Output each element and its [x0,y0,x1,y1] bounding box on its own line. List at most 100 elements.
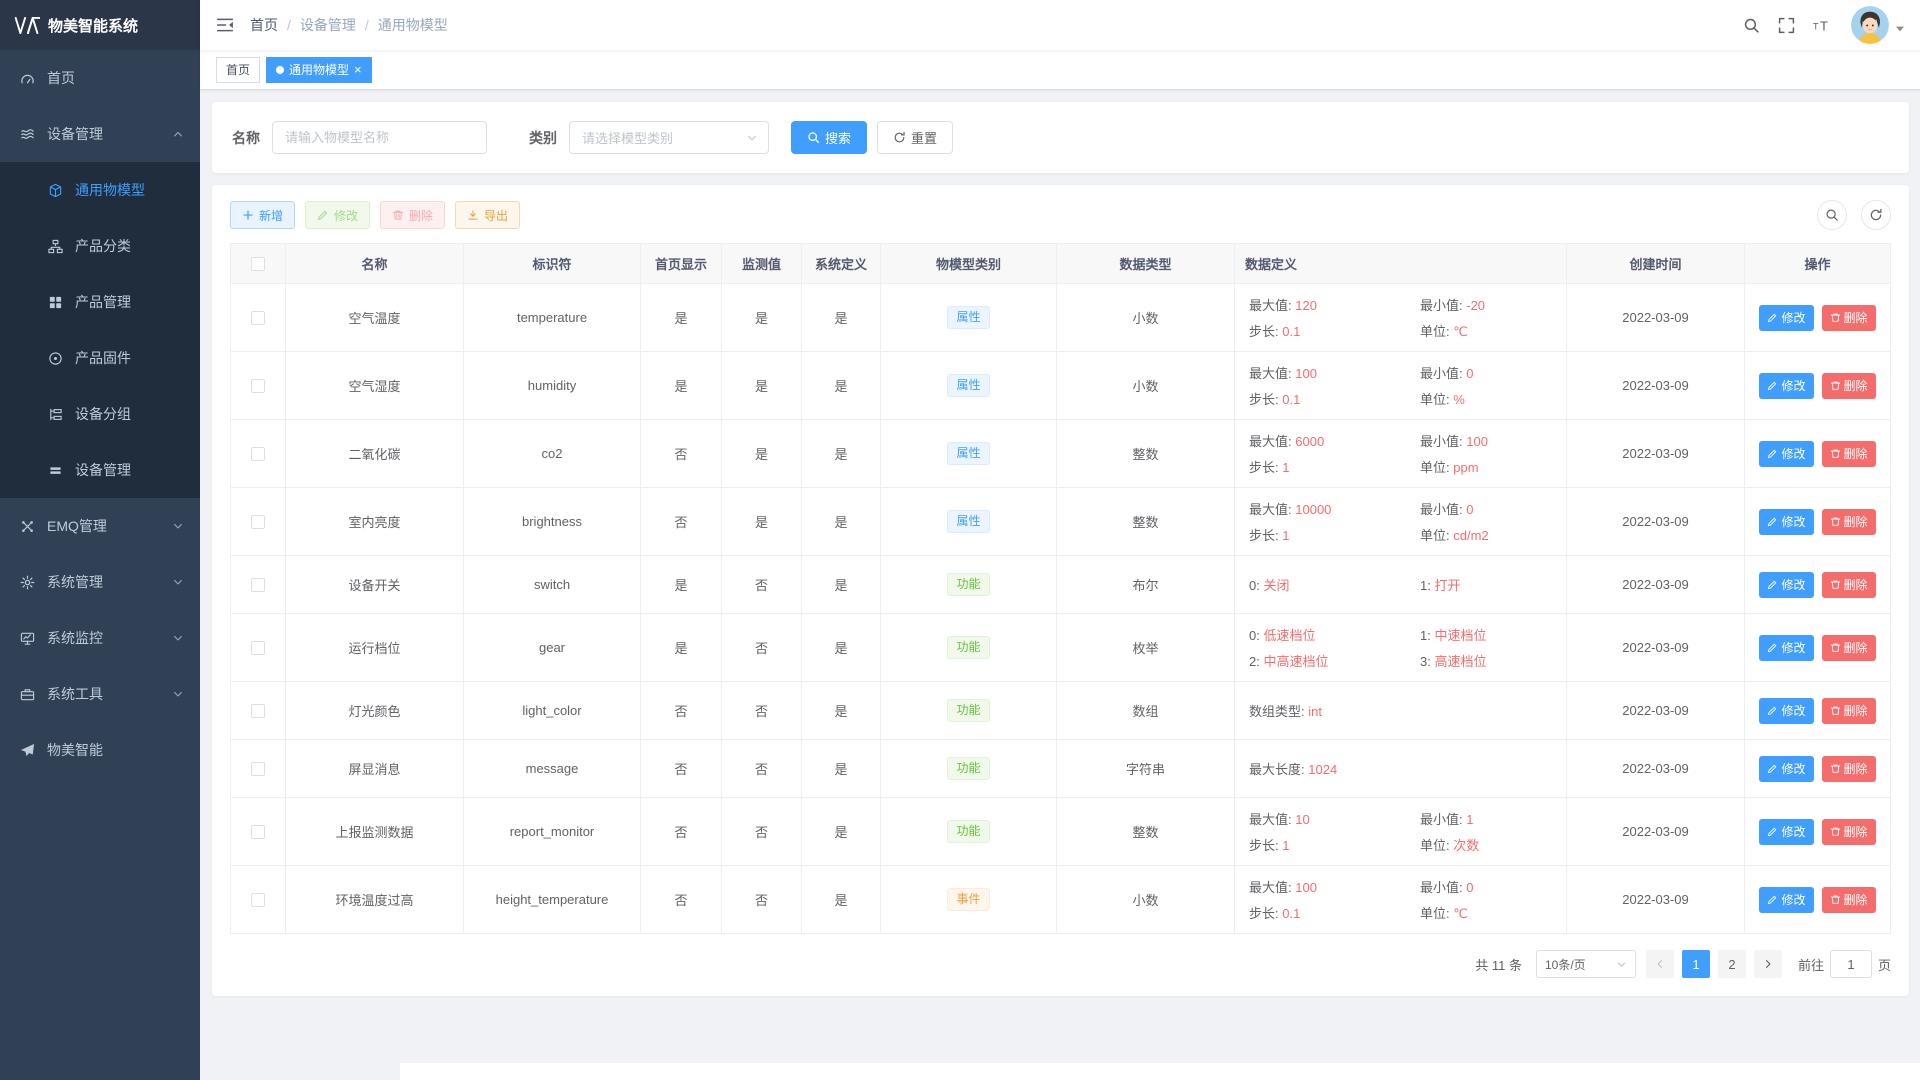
cell-create-time: 2022-03-09 [1567,798,1745,866]
row-edit-button[interactable]: 修改 [1759,572,1813,598]
edit-button[interactable]: 修改 [305,201,370,229]
definition-value: 120 [1295,298,1317,313]
breadcrumb-item[interactable]: 首页 [250,15,278,35]
page-button[interactable]: 1 [1682,950,1710,978]
logo-icon [14,17,40,34]
sidebar-item-system-management[interactable]: 系统管理 [0,554,200,610]
definition-item: 最大值: 100 [1249,363,1414,382]
bars-icon [48,463,63,478]
definition-item: 3: 高速档位 [1420,651,1552,670]
row-delete-button[interactable]: 删除 [1822,373,1876,399]
sidebar-toggle-icon[interactable] [216,16,234,34]
page-size-select[interactable]: 10条/页 [1536,950,1636,978]
row-edit-button[interactable]: 修改 [1759,509,1813,535]
delete-button[interactable]: 删除 [380,201,445,229]
row-delete-button[interactable]: 删除 [1822,509,1876,535]
sidebar-item-product-firmware[interactable]: 产品固件 [0,330,200,386]
user-menu[interactable] [1851,6,1905,44]
row-checkbox[interactable] [251,447,265,461]
name-filter-input[interactable] [272,121,487,154]
sidebar-item-label: 通用物模型 [75,180,184,200]
sidebar-item-device-management[interactable]: 设备管理 [0,106,200,162]
cell-data-definition: 数组类型: int [1249,701,1552,720]
row-delete-button[interactable]: 删除 [1822,756,1876,782]
row-checkbox[interactable] [251,311,265,325]
sidebar-item-device-manage[interactable]: 设备管理 [0,442,200,498]
row-checkbox[interactable] [251,893,265,907]
sidebar-item-wumei-smart[interactable]: 物美智能 [0,722,200,778]
page-button[interactable]: 2 [1718,950,1746,978]
add-button[interactable]: 新增 [230,201,295,229]
sidebar-item-device-group[interactable]: 设备分组 [0,386,200,442]
row-edit-label: 修改 [1781,823,1805,840]
select-all-checkbox[interactable] [251,257,265,271]
row-delete-button[interactable]: 删除 [1822,887,1876,913]
definition-value: 0.1 [1282,906,1300,921]
tab-item[interactable]: 首页 [216,57,260,83]
export-button[interactable]: 导出 [455,201,520,229]
row-checkbox[interactable] [251,379,265,393]
cell-identifier: height_temperature [464,866,641,934]
search-button-label: 搜索 [825,128,851,147]
row-edit-button[interactable]: 修改 [1759,698,1813,724]
row-edit-button[interactable]: 修改 [1759,887,1813,913]
row-delete-button[interactable]: 删除 [1822,698,1876,724]
sidebar-item-label: 设备管理 [75,460,184,480]
row-checkbox[interactable] [251,825,265,839]
cell-identifier: report_monitor [464,798,641,866]
row-delete-button[interactable]: 删除 [1822,572,1876,598]
row-edit-button[interactable]: 修改 [1759,441,1813,467]
breadcrumb-item[interactable]: 设备管理 [300,15,356,35]
definition-item: 单位: cd/m2 [1420,525,1552,544]
sidebar-item-home[interactable]: 首页 [0,50,200,106]
emq-icon [20,519,35,534]
refresh-table-button[interactable] [1861,200,1891,230]
row-edit-button[interactable]: 修改 [1759,305,1813,331]
row-delete-button[interactable]: 删除 [1822,441,1876,467]
close-icon[interactable]: × [354,63,362,76]
category-filter-select[interactable]: 请选择模型类别 [569,121,769,154]
sidebar-item-emq-management[interactable]: EMQ管理 [0,498,200,554]
row-edit-button[interactable]: 修改 [1759,819,1813,845]
cell-system-defined: 是 [802,352,881,420]
row-checkbox[interactable] [251,762,265,776]
row-edit-button[interactable]: 修改 [1759,373,1813,399]
avatar[interactable] [1851,6,1889,44]
goto-page-input[interactable] [1830,950,1872,978]
row-checkbox[interactable] [251,704,265,718]
sidebar-item-product-category[interactable]: 产品分类 [0,218,200,274]
app-root: 物美智能系统 首页设备管理通用物模型产品分类产品管理产品固件设备分组设备管理EM… [0,0,1920,1080]
toggle-search-button[interactable] [1817,200,1847,230]
sidebar-item-product-management[interactable]: 产品管理 [0,274,200,330]
row-delete-button[interactable]: 删除 [1822,305,1876,331]
cell-system-defined: 是 [802,740,881,798]
row-edit-button[interactable]: 修改 [1759,635,1813,661]
column-header-data-type: 数据类型 [1057,244,1235,284]
cell-identifier: gear [464,614,641,682]
header-search-icon[interactable] [1743,17,1760,34]
row-delete-button[interactable]: 删除 [1822,635,1876,661]
sidebar-item-system-monitor[interactable]: 系统监控 [0,610,200,666]
row-edit-label: 修改 [1781,891,1805,908]
caret-down-icon[interactable] [1895,25,1905,33]
definition-item: 0: 低速档位 [1249,625,1414,644]
prev-page-button[interactable] [1646,950,1674,978]
row-checkbox[interactable] [251,578,265,592]
sidebar-item-system-tools[interactable]: 系统工具 [0,666,200,722]
cell-system-defined: 是 [802,284,881,352]
row-checkbox[interactable] [251,641,265,655]
search-button[interactable]: 搜索 [791,121,867,154]
sidebar-item-label: EMQ管理 [47,516,172,536]
reset-button[interactable]: 重置 [877,121,953,154]
fullscreen-icon[interactable] [1778,17,1795,34]
tab-active[interactable]: 通用物模型× [266,57,372,83]
row-checkbox[interactable] [251,515,265,529]
font-size-icon[interactable]: TT [1813,17,1833,34]
trash-icon [1830,380,1841,391]
row-edit-button[interactable]: 修改 [1759,756,1813,782]
next-page-button[interactable] [1754,950,1782,978]
delete-button-label: 删除 [409,207,433,224]
sidebar-item-thing-model[interactable]: 通用物模型 [0,162,200,218]
cell-data-definition: 最大值: 10最小值: 1步长: 1单位: 次数 [1249,809,1552,854]
row-delete-button[interactable]: 删除 [1822,819,1876,845]
